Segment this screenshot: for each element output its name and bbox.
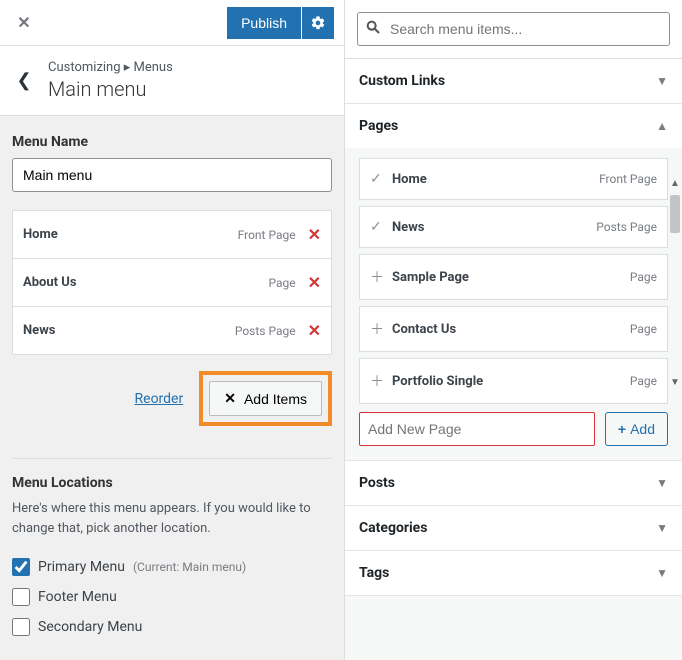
- scroll-up-icon: ▲: [670, 178, 680, 189]
- scroll-down-icon: ▼: [670, 377, 680, 388]
- scroll-thumb[interactable]: [670, 195, 680, 233]
- page-type: Page: [630, 322, 657, 336]
- page-title: Home: [392, 172, 599, 187]
- menu-items-list: HomeFront Page✕About UsPage✕NewsPosts Pa…: [12, 210, 332, 355]
- page-row[interactable]: ✓HomeFront Page: [359, 158, 668, 200]
- chevron-up-icon: ▲: [656, 119, 668, 133]
- menu-name-label: Menu Name: [12, 134, 332, 150]
- divider: [12, 458, 332, 459]
- close-icon: ✕: [224, 390, 236, 407]
- location-item[interactable]: Secondary Menu: [12, 612, 332, 642]
- page-row[interactable]: ＋Contact UsPage: [359, 306, 668, 352]
- add-items-label: Add Items: [244, 391, 307, 407]
- accordion-title: Tags: [359, 565, 656, 581]
- location-extra: (Current: Main menu): [133, 560, 246, 574]
- menu-item-title: Home: [23, 227, 238, 242]
- add-items-button[interactable]: ✕ Add Items: [209, 381, 322, 416]
- location-checkbox[interactable]: [12, 588, 30, 606]
- reorder-link[interactable]: Reorder: [135, 391, 184, 407]
- location-checkbox[interactable]: [12, 618, 30, 636]
- menu-name-input[interactable]: [12, 158, 332, 192]
- plus-icon: +: [618, 421, 626, 437]
- chevron-down-icon: ▼: [656, 521, 668, 535]
- page-type: Front Page: [599, 172, 657, 186]
- accordion-posts[interactable]: Posts ▼: [345, 461, 682, 505]
- location-label: Footer Menu: [38, 589, 117, 605]
- location-checkbox[interactable]: [12, 558, 30, 576]
- plus-icon: ＋: [370, 267, 392, 287]
- add-items-highlight: ✕ Add Items: [199, 371, 332, 426]
- accordion-title: Categories: [359, 520, 656, 536]
- menu-item[interactable]: NewsPosts Page ✕: [13, 307, 331, 354]
- page-title: Portfolio Single: [392, 374, 630, 389]
- menu-locations-desc: Here's where this menu appears. If you w…: [12, 499, 332, 538]
- search-input[interactable]: [357, 12, 670, 46]
- page-type: Posts Page: [596, 220, 657, 234]
- accordion-tags[interactable]: Tags ▼: [345, 551, 682, 595]
- menu-locations-heading: Menu Locations: [12, 475, 332, 491]
- menu-item[interactable]: HomeFront Page ✕: [13, 211, 331, 259]
- page-title: Contact Us: [392, 322, 630, 337]
- menu-item-type: Page: [268, 276, 295, 290]
- menu-item-title: News: [23, 323, 235, 338]
- chevron-down-icon: ▼: [656, 74, 668, 88]
- page-row[interactable]: ＋Sample PagePage: [359, 254, 668, 300]
- add-page-button[interactable]: + Add: [605, 412, 668, 446]
- check-icon: ✓: [370, 171, 392, 187]
- accordion-title: Pages: [359, 118, 656, 134]
- chevron-down-icon: ▼: [656, 476, 668, 490]
- page-title: Main menu: [48, 77, 173, 101]
- gear-icon[interactable]: [302, 7, 334, 39]
- remove-icon[interactable]: ✕: [308, 321, 321, 340]
- check-icon: ✓: [370, 219, 392, 235]
- location-item[interactable]: Primary Menu (Current: Main menu): [12, 552, 332, 582]
- chevron-down-icon: ▼: [656, 566, 668, 580]
- accordion-pages[interactable]: Pages ▲: [345, 104, 682, 148]
- menu-item[interactable]: About UsPage ✕: [13, 259, 331, 307]
- accordion-title: Posts: [359, 475, 656, 491]
- accordion-title: Custom Links: [359, 73, 656, 89]
- scrollbar[interactable]: ▲ ▼: [670, 178, 680, 388]
- back-button[interactable]: ❮: [0, 70, 48, 91]
- remove-icon[interactable]: ✕: [308, 273, 321, 292]
- page-title: Sample Page: [392, 270, 630, 285]
- plus-icon: ＋: [370, 319, 392, 339]
- page-type: Page: [630, 374, 657, 388]
- menu-item-type: Front Page: [238, 228, 296, 242]
- location-label: Secondary Menu: [38, 619, 142, 635]
- accordion-custom-links[interactable]: Custom Links ▼: [345, 59, 682, 103]
- accordion-categories[interactable]: Categories ▼: [345, 506, 682, 550]
- page-title: News: [392, 220, 596, 235]
- add-page-button-label: Add: [630, 421, 655, 437]
- remove-icon[interactable]: ✕: [308, 225, 321, 244]
- page-type: Page: [630, 270, 657, 284]
- location-item[interactable]: Footer Menu: [12, 582, 332, 612]
- menu-item-type: Posts Page: [235, 324, 296, 338]
- close-icon[interactable]: ✕: [0, 0, 48, 46]
- publish-button[interactable]: Publish: [227, 7, 301, 39]
- add-page-input[interactable]: [359, 412, 595, 446]
- page-row[interactable]: ✓NewsPosts Page: [359, 206, 668, 248]
- search-icon: [365, 19, 381, 39]
- location-label: Primary Menu: [38, 559, 125, 575]
- menu-item-title: About Us: [23, 275, 268, 290]
- plus-icon: ＋: [370, 371, 392, 391]
- page-row[interactable]: ＋Portfolio SinglePage: [359, 358, 668, 404]
- breadcrumb: Customizing ▸ Menus: [48, 60, 173, 75]
